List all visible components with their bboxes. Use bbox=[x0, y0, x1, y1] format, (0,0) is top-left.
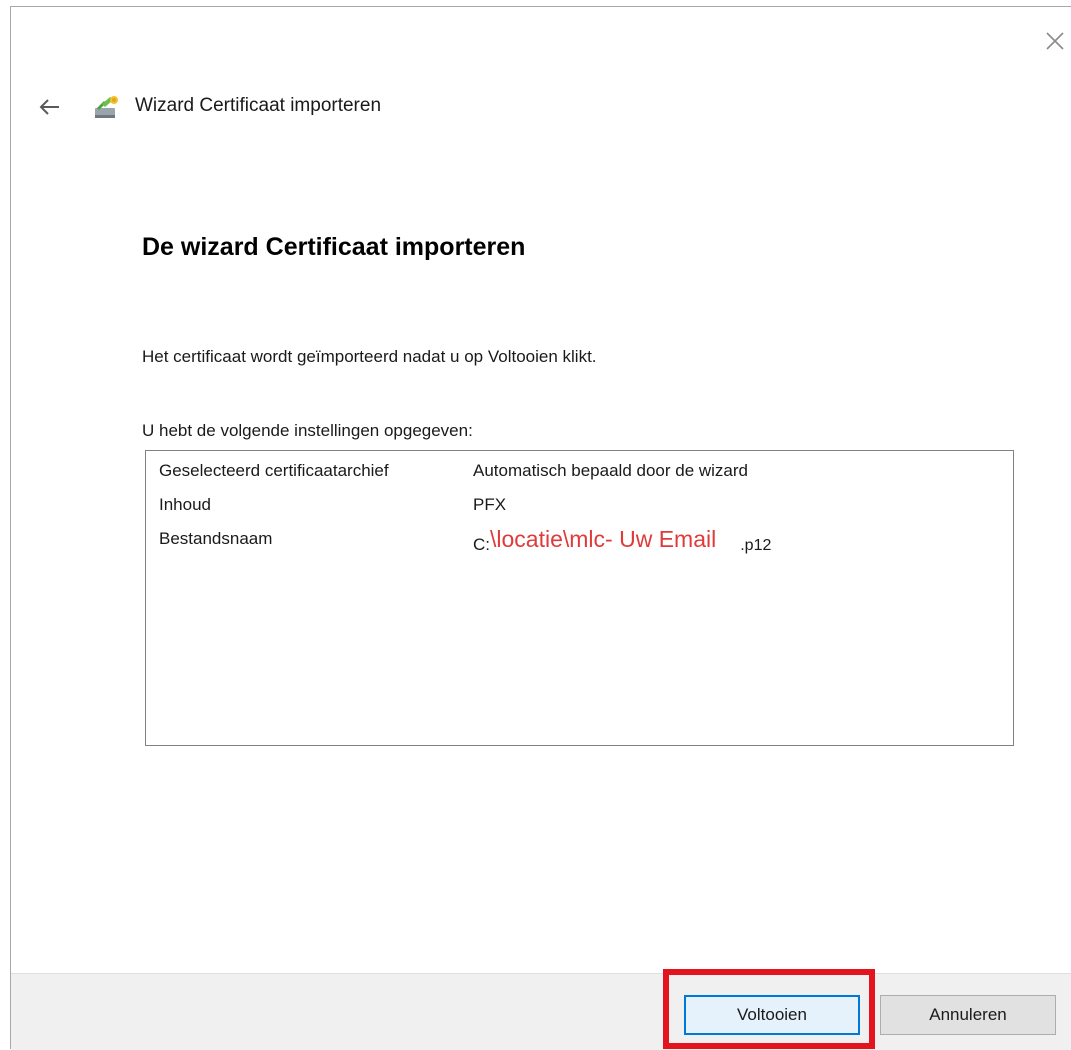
settings-value-path: C:\locatie\mlc- Uw Email .p12 bbox=[473, 526, 772, 556]
arrow-left-icon[interactable] bbox=[37, 95, 63, 119]
settings-key: Geselecteerd certificaatarchief bbox=[159, 461, 389, 480]
settings-label: U hebt de volgende instellingen opgegeve… bbox=[142, 421, 473, 440]
path-drive: C: bbox=[473, 535, 490, 554]
path-extension: .p12 bbox=[740, 537, 772, 554]
certificate-import-icon bbox=[92, 92, 122, 122]
cancel-button[interactable]: Annuleren bbox=[880, 995, 1056, 1035]
settings-key: Bestandsnaam bbox=[159, 529, 273, 548]
settings-value: PFX bbox=[473, 495, 507, 514]
finish-button[interactable]: Voltooien bbox=[684, 995, 860, 1035]
settings-key: Inhoud bbox=[159, 495, 211, 514]
settings-row-store: Geselecteerd certificaatarchief Automati… bbox=[159, 461, 999, 491]
settings-value: Automatisch bepaald door de wizard bbox=[473, 461, 748, 480]
window-caption: Wizard Certificaat importeren bbox=[135, 95, 382, 116]
path-annotation: \locatie\mlc- Uw Email bbox=[490, 526, 717, 552]
close-button[interactable] bbox=[1041, 27, 1069, 55]
intro-text: Het certificaat wordt geïmporteerd nadat… bbox=[142, 347, 597, 366]
settings-row-filename: Bestandsnaam C:\locatie\mlc- Uw Email .p1… bbox=[159, 526, 999, 559]
button-bar: Voltooien Annuleren bbox=[11, 973, 1071, 1050]
settings-list[interactable]: Geselecteerd certificaatarchief Automati… bbox=[145, 450, 1014, 746]
back-button[interactable] bbox=[37, 95, 63, 119]
close-icon[interactable] bbox=[1041, 27, 1069, 55]
settings-row-content: Inhoud PFX bbox=[159, 495, 999, 525]
page-title: De wizard Certificaat importeren bbox=[142, 233, 526, 261]
wizard-window: Wizard Certificaat importeren De wizard … bbox=[10, 6, 1071, 1050]
